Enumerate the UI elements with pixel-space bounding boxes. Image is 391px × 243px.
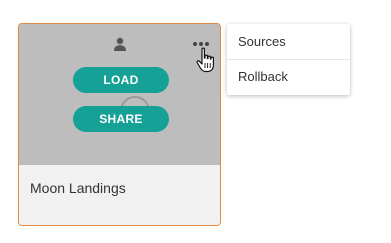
share-button[interactable]: SHARE [73,106,169,132]
context-menu: Sources Rollback [227,24,350,95]
menu-item-sources[interactable]: Sources [227,24,350,59]
dashboard-card[interactable]: LOAD SHARE Moon Landings [18,23,221,226]
person-icon [114,37,126,51]
load-button[interactable]: LOAD [73,67,169,93]
card-footer: Moon Landings [19,165,220,225]
app-root: LOAD SHARE Moon Landings Sources Rollbac… [0,0,391,243]
card-thumbnail: LOAD SHARE [19,24,220,165]
hand-pointer-cursor-icon [196,47,214,73]
menu-item-rollback[interactable]: Rollback [227,59,350,94]
card-title: Moon Landings [30,180,126,196]
